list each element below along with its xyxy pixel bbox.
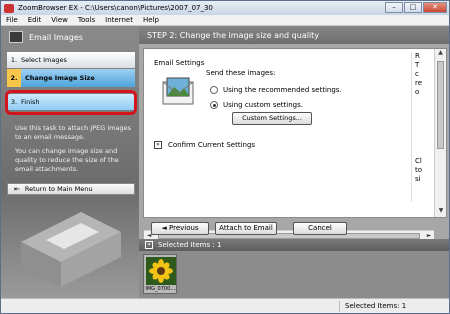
help-text: R: [415, 52, 420, 60]
selected-items-bar: » Selected Items : 1: [139, 239, 449, 251]
settings-content: Email Settings Send these images: Using …: [143, 48, 447, 240]
zoombrowser-icon: [4, 3, 14, 13]
menu-tools[interactable]: Tools: [73, 16, 100, 24]
radio-custom[interactable]: [210, 101, 218, 109]
previous-button[interactable]: ◄ Previous: [151, 222, 209, 235]
scroll-down-icon[interactable]: ▼: [435, 207, 447, 217]
image-thumbnail[interactable]: IMG_0700....: [143, 254, 177, 294]
email-settings-heading: Email Settings: [154, 59, 205, 67]
status-selected-items: Selected Items: 1: [345, 302, 407, 310]
window-title: ZoomBrowser EX - C:\Users\canon\Pictures…: [18, 4, 213, 12]
menu-file[interactable]: File: [1, 16, 23, 24]
menu-edit[interactable]: Edit: [23, 16, 47, 24]
step-label: Select Images: [21, 56, 67, 64]
option-recommended[interactable]: Using the recommended settings.: [210, 86, 342, 94]
help-text: si: [415, 175, 421, 183]
help-text: o: [415, 88, 420, 96]
collapse-icon[interactable]: »: [145, 241, 153, 249]
option-label: Using custom settings.: [223, 101, 303, 109]
help-text: Cl: [415, 157, 422, 165]
help-spacer: [415, 97, 433, 157]
scroll-thumb[interactable]: [437, 61, 444, 149]
sidebar-description: Use this task to attach JPEG images to a…: [15, 124, 131, 141]
help-text: c: [415, 70, 419, 78]
step-select-images[interactable]: 1. Select Images: [7, 52, 135, 68]
sidebar-description-2: You can change image size and quality to…: [15, 147, 119, 173]
app-window: ZoomBrowser EX - C:\Users\canon\Pictures…: [0, 0, 450, 314]
sidebar-title: Email Images: [29, 32, 83, 42]
menu-view[interactable]: View: [46, 16, 73, 24]
custom-settings-button[interactable]: Custom Settings...: [232, 112, 312, 125]
attach-to-email-button[interactable]: Attach to Email: [215, 222, 277, 235]
close-button[interactable]: ✕: [423, 2, 447, 13]
step-title: STEP 2: Change the image size and qualit…: [139, 26, 449, 44]
maximize-button[interactable]: □: [404, 2, 422, 13]
status-bar: Selected Items: 1: [1, 298, 449, 313]
step-change-image-size[interactable]: 2. Change Image Size: [7, 69, 135, 87]
finish-highlight-outline: [5, 90, 137, 115]
menu-help[interactable]: Help: [138, 16, 164, 24]
sunflower-image: [146, 257, 176, 285]
main-panel: STEP 2: Change the image size and qualit…: [139, 26, 449, 298]
send-images-label: Send these images:: [206, 69, 276, 77]
help-text: re: [415, 79, 423, 87]
help-text: T: [415, 61, 420, 69]
help-text: to: [415, 166, 423, 174]
confirm-label: Confirm Current Settings: [168, 141, 256, 149]
navigation-buttons: ◄ Previous Attach to Email Cancel: [139, 222, 449, 238]
status-separator: [339, 301, 340, 312]
step-number: 1.: [10, 56, 18, 64]
step-number: 2.: [7, 69, 21, 87]
title-bar: ZoomBrowser EX - C:\Users\canon\Pictures…: [1, 1, 449, 15]
menu-bar: File Edit View Tools Internet Help: [1, 15, 449, 26]
scroll-up-icon[interactable]: ▲: [435, 49, 446, 59]
task-sidebar: Email Images 1. Select Images 2. Change …: [1, 26, 139, 298]
confirm-current-settings[interactable]: » Confirm Current Settings: [154, 141, 255, 149]
selected-items-label: Selected Items : 1: [158, 241, 222, 249]
chevron-double-down-icon[interactable]: »: [154, 141, 162, 149]
option-label: Using the recommended settings.: [223, 86, 342, 94]
help-text-panel: R T c re o Cl to si: [411, 52, 433, 202]
radio-recommended[interactable]: [210, 86, 218, 94]
email-task-icon: [9, 31, 23, 43]
return-label: Return to Main Menu: [24, 185, 93, 193]
menu-internet[interactable]: Internet: [100, 16, 138, 24]
return-arrow-icon: ⇤: [14, 185, 20, 193]
email-photo-icon: [162, 77, 194, 105]
printer-illustration: [21, 212, 121, 287]
vertical-scrollbar[interactable]: ▲ ▼: [434, 49, 446, 217]
window-controls: – □ ✕: [384, 2, 447, 13]
thumbnail-caption: IMG_0700....: [145, 286, 177, 292]
return-to-main-menu-button[interactable]: ⇤ Return to Main Menu: [7, 183, 135, 195]
selected-thumbnails-tray: IMG_0700....: [139, 251, 449, 298]
minimize-button[interactable]: –: [385, 2, 403, 13]
cancel-button[interactable]: Cancel: [293, 222, 347, 235]
step-label: Change Image Size: [25, 74, 95, 82]
sidebar-header: Email Images: [1, 28, 139, 46]
option-custom[interactable]: Using custom settings.: [210, 101, 303, 109]
